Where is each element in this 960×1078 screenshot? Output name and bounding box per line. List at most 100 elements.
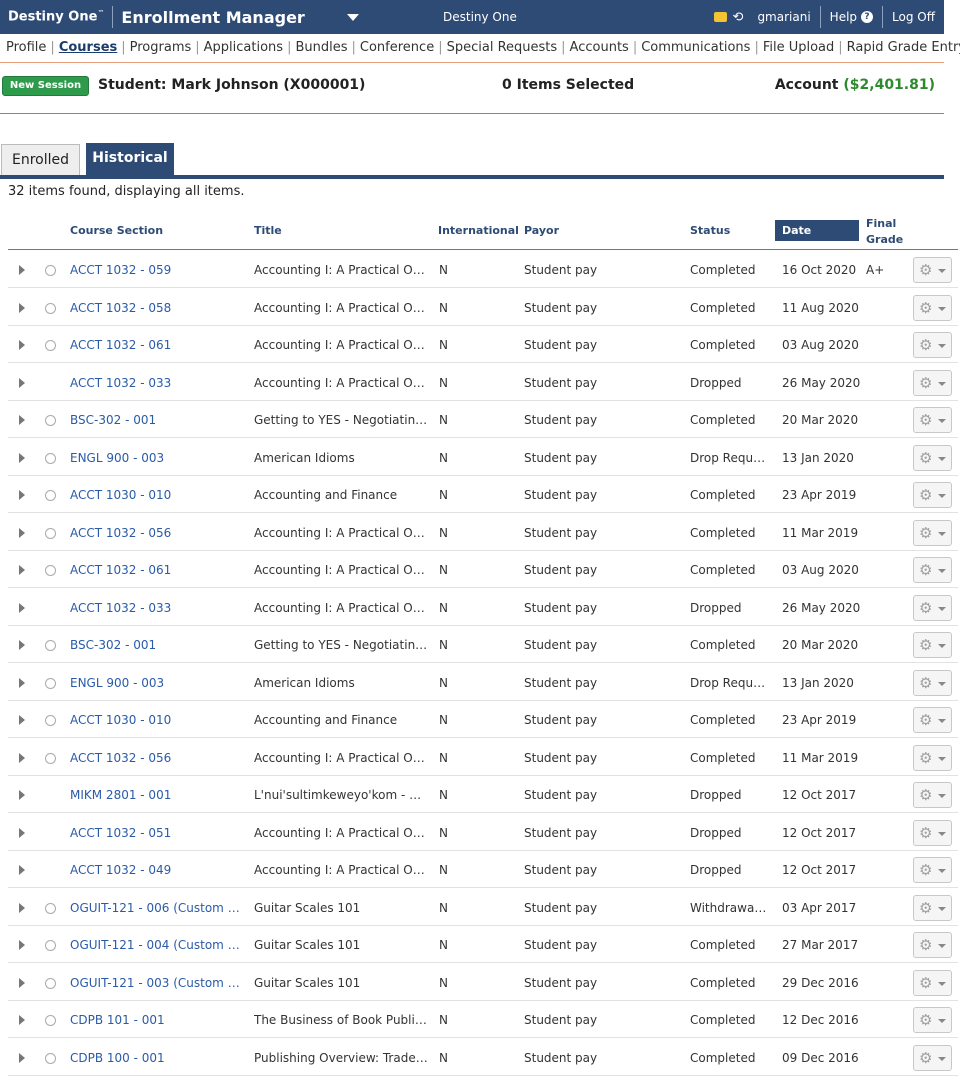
table-row[interactable]: MIKM 2801 - 001 L'nui'sultimkeweyo'kom - … [8,776,958,813]
username[interactable]: gmariani [757,10,810,24]
row-select-radio[interactable] [45,415,56,426]
row-select-radio[interactable] [45,640,56,651]
column-international[interactable]: International [438,224,519,237]
row-actions-button[interactable]: ⚙ [913,632,952,658]
expand-row-icon[interactable] [19,678,25,688]
logout-link[interactable]: Log Off [883,10,944,24]
row-select-radio[interactable] [45,565,56,576]
table-row[interactable]: ACCT 1030 - 010 Accounting and Finance N St… [8,476,958,513]
course-section-link[interactable]: ACCT 1030 - 010 [70,712,244,728]
row-select-radio[interactable] [45,490,56,501]
row-select-radio[interactable] [45,903,56,914]
course-section-link[interactable]: ACCT 1032 - 051 [70,825,244,841]
expand-row-icon[interactable] [19,265,25,275]
new-session-button[interactable]: New Session [2,76,89,96]
nav-item-applications[interactable]: Applications [204,40,283,55]
course-section-link[interactable]: OGUIT-121 - 006 (Custom Section) [70,900,244,916]
row-select-radio[interactable] [45,678,56,689]
table-row[interactable]: ACCT 1032 - 033 Accounting I: A Practical… [8,589,958,626]
expand-row-icon[interactable] [19,753,25,763]
row-actions-button[interactable]: ⚙ [913,1045,952,1071]
nav-item-profile[interactable]: Profile [6,40,46,55]
chevron-down-icon[interactable] [346,13,359,21]
brand-logo[interactable]: Destiny One™ [0,9,112,24]
expand-row-icon[interactable] [19,940,25,950]
row-select-radio[interactable] [45,528,56,539]
column-status[interactable]: Status [690,224,730,237]
column-date[interactable]: Date [775,220,859,241]
row-actions-button[interactable]: ⚙ [913,257,952,283]
nav-item-conference[interactable]: Conference [360,40,434,55]
help-link[interactable]: Help ? [821,10,882,24]
table-row[interactable]: ACCT 1032 - 051 Accounting I: A Practical… [8,814,958,851]
column-title[interactable]: Title [254,224,282,237]
course-section-link[interactable]: CDPB 101 - 001 [70,1012,244,1028]
table-row[interactable]: CDPB 101 - 001 The Business of Book Publi… [8,1001,958,1038]
expand-row-icon[interactable] [19,903,25,913]
row-select-radio[interactable] [45,453,56,464]
course-section-link[interactable]: ACCT 1032 - 033 [70,600,244,616]
table-row[interactable]: ACCT 1032 - 033 Accounting I: A Practical… [8,364,958,401]
tab-historical[interactable]: Historical [86,143,174,175]
table-row[interactable]: ACCT 1032 - 059 Accounting I: A Practical… [8,251,958,288]
row-select-radio[interactable] [45,1015,56,1026]
row-select-radio[interactable] [45,265,56,276]
row-actions-button[interactable]: ⚙ [913,520,952,546]
expand-row-icon[interactable] [19,640,25,650]
row-actions-button[interactable]: ⚙ [913,970,952,996]
course-section-link[interactable]: ACCT 1032 - 059 [70,262,244,278]
row-actions-button[interactable]: ⚙ [913,857,952,883]
account-balance[interactable]: Account ($2,401.81) [775,77,935,93]
table-row[interactable]: ACCT 1032 - 056 Accounting I: A Practical… [8,739,958,776]
expand-row-icon[interactable] [19,1053,25,1063]
course-section-link[interactable]: ENGL 900 - 003 [70,450,244,466]
nav-item-special-requests[interactable]: Special Requests [447,40,558,55]
history-icon[interactable]: ⟲ [733,10,744,25]
table-row[interactable]: ACCT 1030 - 010 Accounting and Finance N St… [8,701,958,738]
row-actions-button[interactable]: ⚙ [913,932,952,958]
course-section-link[interactable]: ACCT 1032 - 056 [70,525,244,541]
row-select-radio[interactable] [45,1053,56,1064]
row-actions-button[interactable]: ⚙ [913,670,952,696]
course-section-link[interactable]: MIKM 2801 - 001 [70,787,244,803]
expand-row-icon[interactable] [19,565,25,575]
row-actions-button[interactable]: ⚙ [913,782,952,808]
course-section-link[interactable]: ACCT 1032 - 056 [70,750,244,766]
expand-row-icon[interactable] [19,453,25,463]
course-section-link[interactable]: BSC-302 - 001 [70,412,244,428]
row-actions-button[interactable]: ⚙ [913,595,952,621]
row-actions-button[interactable]: ⚙ [913,332,952,358]
expand-row-icon[interactable] [19,603,25,613]
nav-item-programs[interactable]: Programs [130,40,192,55]
expand-row-icon[interactable] [19,415,25,425]
course-section-link[interactable]: ACCT 1030 - 010 [70,487,244,503]
row-actions-button[interactable]: ⚙ [913,895,952,921]
row-actions-button[interactable]: ⚙ [913,1007,952,1033]
tab-enrolled[interactable]: Enrolled [1,144,80,175]
table-row[interactable]: OGUIT-121 - 006 (Custom Section) Guitar S… [8,889,958,926]
course-section-link[interactable]: ENGL 900 - 003 [70,675,244,691]
table-row[interactable]: ENGL 900 - 003 American Idioms N Student pa… [8,439,958,476]
column-course-section[interactable]: Course Section [70,224,163,237]
course-section-link[interactable]: CDPB 100 - 001 [70,1050,244,1066]
table-row[interactable]: ACCT 1032 - 049 Accounting I: A Practical… [8,851,958,888]
row-select-radio[interactable] [45,753,56,764]
expand-row-icon[interactable] [19,865,25,875]
expand-row-icon[interactable] [19,790,25,800]
course-section-link[interactable]: OGUIT-121 - 003 (Custom Section) [70,975,244,991]
row-select-radio[interactable] [45,303,56,314]
row-select-radio[interactable] [45,715,56,726]
nav-item-rapid-grade-entry[interactable]: Rapid Grade Entry [847,40,960,55]
row-actions-button[interactable]: ⚙ [913,557,952,583]
table-row[interactable]: OGUIT-121 - 003 (Custom Section) Guitar S… [8,964,958,1001]
nav-item-accounts[interactable]: Accounts [570,40,629,55]
table-row[interactable]: BSC-302 - 001 Getting to YES - Negotiatin… [8,401,958,438]
course-section-link[interactable]: OGUIT-121 - 004 (Custom Section) [70,937,244,953]
expand-row-icon[interactable] [19,1015,25,1025]
column-payor[interactable]: Payor [524,224,559,237]
course-section-link[interactable]: ACCT 1032 - 033 [70,375,244,391]
table-row[interactable]: ACCT 1032 - 058 Accounting I: A Practical… [8,289,958,326]
expand-row-icon[interactable] [19,715,25,725]
row-select-radio[interactable] [45,340,56,351]
nav-item-bundles[interactable]: Bundles [295,40,347,55]
